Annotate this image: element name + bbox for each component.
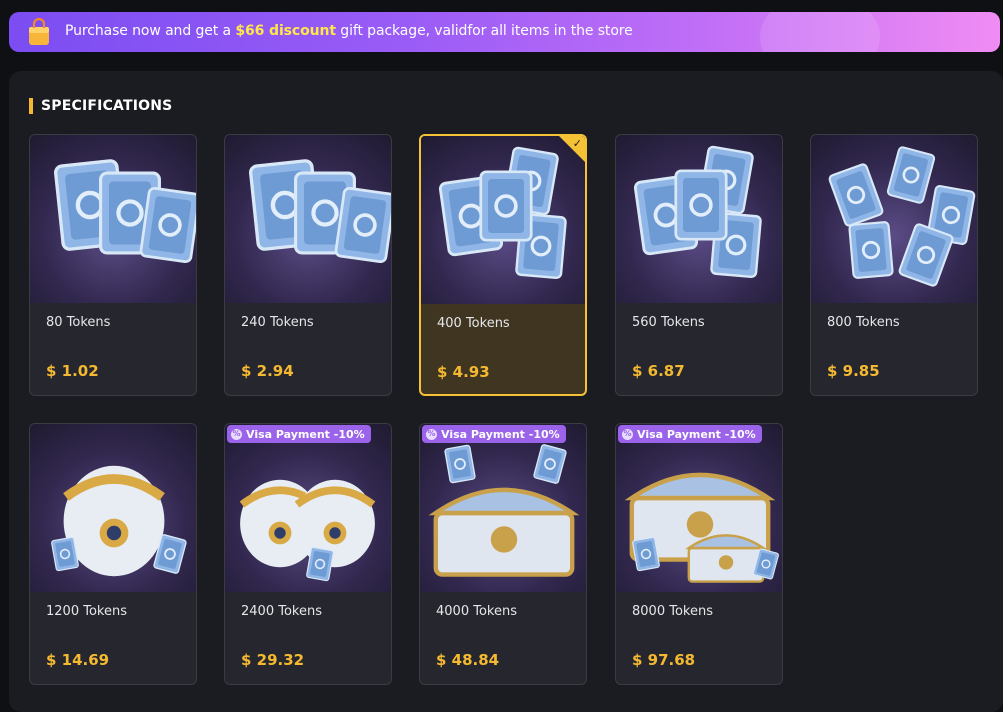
- token-treasure-image: [616, 424, 782, 592]
- product-card-2400-tokens[interactable]: % Visa Payment -10% 2400 Tokens $ 29.32: [224, 423, 392, 685]
- checkmark-icon: ✓: [572, 137, 582, 150]
- promo-discount-highlight: $66 discount: [235, 23, 336, 39]
- product-price: $ 1.02: [46, 362, 99, 380]
- product-name: 240 Tokens: [241, 315, 314, 330]
- badge-label: Visa Payment -10%: [637, 427, 756, 441]
- visa-discount-badge: % Visa Payment -10%: [618, 425, 762, 443]
- token-bag-image: [30, 424, 196, 592]
- badge-label: Visa Payment -10%: [246, 427, 365, 441]
- token-stack-image: [616, 135, 782, 303]
- discount-icon: %: [426, 428, 437, 440]
- specifications-panel: SPECIFICATIONS 80 Tokens $ 1.02 240 Toke…: [9, 71, 1003, 712]
- product-card-400-tokens[interactable]: ✓ 400 Tokens $ 4.93: [419, 134, 587, 396]
- product-price: $ 9.85: [827, 362, 880, 380]
- visa-discount-badge: % Visa Payment -10%: [422, 425, 566, 443]
- product-price: $ 29.32: [241, 651, 305, 669]
- product-price: $ 97.68: [632, 651, 696, 669]
- section-title: SPECIFICATIONS: [41, 98, 173, 114]
- promo-banner[interactable]: Purchase now and get a $66 discount gift…: [9, 12, 1000, 52]
- promo-text-prefix: Purchase now and get a: [65, 23, 236, 39]
- product-price: $ 2.94: [241, 362, 294, 380]
- product-card-80-tokens[interactable]: 80 Tokens $ 1.02: [29, 134, 197, 396]
- product-card-560-tokens[interactable]: 560 Tokens $ 6.87: [615, 134, 783, 396]
- product-name: 1200 Tokens: [46, 604, 127, 619]
- product-price: $ 48.84: [436, 651, 500, 669]
- product-card-240-tokens[interactable]: 240 Tokens $ 2.94: [224, 134, 392, 396]
- shopping-bag-icon: [29, 18, 49, 45]
- product-name: 8000 Tokens: [632, 604, 713, 619]
- token-bags-image: [225, 424, 391, 592]
- product-name: 400 Tokens: [437, 316, 510, 331]
- product-card-4000-tokens[interactable]: % Visa Payment -10% 4000 Tokens $ 48.84: [419, 423, 587, 685]
- product-name: 4000 Tokens: [436, 604, 517, 619]
- product-name: 80 Tokens: [46, 315, 111, 330]
- token-chest-image: [420, 424, 586, 592]
- product-name: 560 Tokens: [632, 315, 705, 330]
- product-card-800-tokens[interactable]: 800 Tokens $ 9.85: [810, 134, 978, 396]
- promo-text-suffix: gift package, validfor all items in the …: [335, 23, 633, 39]
- product-price: $ 14.69: [46, 651, 110, 669]
- token-stack-image: [225, 135, 391, 303]
- token-pile-image: [811, 135, 977, 303]
- visa-discount-badge: % Visa Payment -10%: [227, 425, 371, 443]
- token-stack-image: [30, 135, 196, 303]
- discount-icon: %: [231, 428, 242, 440]
- promo-text: Purchase now and get a $66 discount gift…: [65, 23, 633, 39]
- product-name: 800 Tokens: [827, 315, 900, 330]
- product-card-1200-tokens[interactable]: 1200 Tokens $ 14.69: [29, 423, 197, 685]
- discount-icon: %: [622, 428, 633, 440]
- section-accent-bar: [29, 98, 33, 114]
- product-price: $ 6.87: [632, 362, 685, 380]
- section-header: SPECIFICATIONS: [29, 98, 172, 114]
- product-card-8000-tokens[interactable]: % Visa Payment -10% 8000 Tokens $ 97.68: [615, 423, 783, 685]
- product-name: 2400 Tokens: [241, 604, 322, 619]
- badge-label: Visa Payment -10%: [441, 427, 560, 441]
- product-price: $ 4.93: [437, 363, 490, 381]
